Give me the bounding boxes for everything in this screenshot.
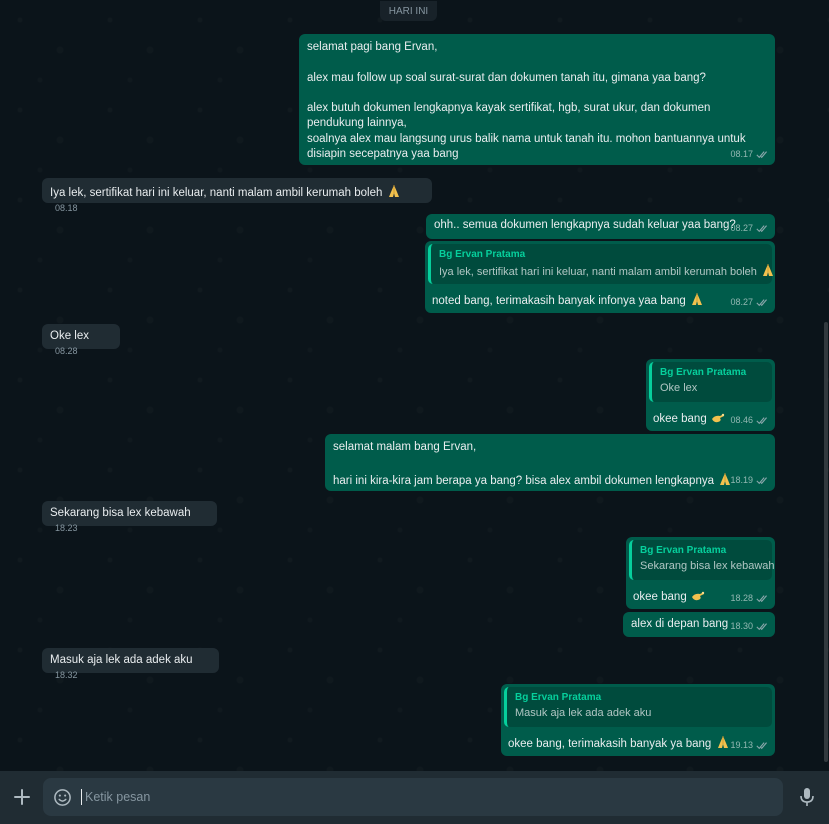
text-caret <box>81 789 82 805</box>
message-outgoing[interactable]: Bg Ervan Pratama Masuk aja lek ada adek … <box>501 684 775 756</box>
message-text: selamat malam bang Ervan, hari ini kira-… <box>333 441 714 487</box>
folded-hands-emoji <box>760 262 776 278</box>
message-text: okee bang, terimakasih banyak ya bang <box>508 738 712 750</box>
quote-text: Oke lex <box>660 382 698 394</box>
message-outgoing[interactable]: selamat pagi bang Ervan, alex mau follow… <box>299 34 775 165</box>
double-check-icon <box>756 298 769 307</box>
message-time: 19.13 <box>730 739 753 750</box>
message-outgoing[interactable]: Bg Ervan Pratama Oke lex okee bang 08.46 <box>646 359 775 431</box>
message-incoming[interactable]: Masuk aja lek ada adek aku 18.32 <box>42 648 219 680</box>
message-time: 18.30 <box>730 620 753 631</box>
quote-text: Masuk aja lek ada adek aku <box>515 707 652 719</box>
folded-hands-emoji <box>715 734 731 750</box>
date-divider: HARI INI <box>380 1 437 21</box>
message-outgoing[interactable]: Bg Ervan Pratama Sekarang bisa lex kebaw… <box>626 537 775 609</box>
message-body: okee bang <box>633 587 706 605</box>
quote-author: Bg Ervan Pratama <box>640 545 727 556</box>
message-text: noted bang, terimakasih banyak infonya y… <box>432 295 686 307</box>
message-body: okee bang <box>653 409 726 427</box>
pinching-hand-emoji <box>710 409 726 425</box>
quote-text: Sekarang bisa lex kebawah <box>640 560 775 572</box>
message-incoming[interactable]: Iya lek, sertifikat hari ini keluar, nan… <box>42 178 432 213</box>
message-meta: 19.13 <box>730 738 769 753</box>
message-time: 18.32 <box>55 670 78 681</box>
microphone-icon[interactable] <box>796 785 818 809</box>
message-outgoing[interactable]: alex di depan bang 18.30 <box>623 612 775 637</box>
double-check-icon <box>756 594 769 603</box>
double-check-icon <box>756 224 769 233</box>
message-time: 08.18 <box>55 203 78 214</box>
double-check-icon <box>756 416 769 425</box>
double-check-icon <box>756 476 769 485</box>
message-time: 18.23 <box>55 523 78 534</box>
message-meta: 18.19 <box>730 473 769 488</box>
message-meta: 08.46 <box>730 413 769 428</box>
message-meta: 18.28 <box>730 591 769 606</box>
message-meta: 08.17 <box>730 147 769 162</box>
plus-icon[interactable] <box>10 785 34 809</box>
chat-scrollbar[interactable] <box>824 322 828 762</box>
message-time: 08.17 <box>730 148 753 159</box>
quoted-message[interactable]: Bg Ervan Pratama Oke lex <box>649 362 772 402</box>
message-outgoing[interactable]: selamat malam bang Ervan, hari ini kira-… <box>325 434 775 491</box>
pinching-hand-emoji <box>690 587 706 603</box>
message-time: 08.28 <box>55 346 78 357</box>
quoted-message[interactable]: Bg Ervan Pratama Masuk aja lek ada adek … <box>504 687 772 727</box>
message-text: okee bang <box>653 413 707 425</box>
quoted-message[interactable]: Bg Ervan Pratama Sekarang bisa lex kebaw… <box>629 540 775 580</box>
message-text: selamat pagi bang Ervan, alex mau follow… <box>307 41 746 161</box>
message-time: 08.27 <box>730 222 753 233</box>
quote-author: Bg Ervan Pratama <box>660 367 747 378</box>
quote-author: Bg Ervan Pratama <box>439 249 526 260</box>
quote-author: Bg Ervan Pratama <box>515 692 602 703</box>
message-meta: 08.27 <box>730 295 769 310</box>
composer-bar <box>0 771 829 824</box>
message-time: 08.27 <box>730 296 753 307</box>
message-text: ohh.. semua dokumen lengkapnya sudah kel… <box>434 219 736 231</box>
chat-panel: HARI INI selamat pagi bang Ervan, alex m… <box>0 0 829 771</box>
smiley-icon[interactable] <box>53 788 72 807</box>
message-text: Iya lek, sertifikat hari ini keluar, nan… <box>50 187 383 199</box>
message-body: noted bang, terimakasih banyak infonya y… <box>432 291 705 309</box>
message-outgoing[interactable]: Bg Ervan Pratama Iya lek, sertifikat har… <box>425 241 775 313</box>
message-text: okee bang <box>633 591 687 603</box>
quoted-message[interactable]: Bg Ervan Pratama Iya lek, sertifikat har… <box>428 244 773 284</box>
folded-hands-emoji <box>386 183 402 199</box>
message-meta: 08.27 <box>730 221 769 236</box>
message-body: okee bang, terimakasih banyak ya bang <box>508 734 731 752</box>
double-check-icon <box>756 622 769 631</box>
message-time: 18.28 <box>730 592 753 603</box>
double-check-icon <box>756 150 769 159</box>
message-incoming[interactable]: Sekarang bisa lex kebawah 18.23 <box>42 501 217 533</box>
double-check-icon <box>756 741 769 750</box>
message-time: 08.46 <box>730 414 753 425</box>
message-text: Masuk aja lek ada adek aku <box>50 654 193 666</box>
folded-hands-emoji <box>689 291 705 307</box>
message-incoming[interactable]: Oke lex 08.28 <box>42 324 120 356</box>
message-outgoing[interactable]: ohh.. semua dokumen lengkapnya sudah kel… <box>426 214 775 239</box>
message-meta: 18.30 <box>730 619 769 634</box>
message-text: Sekarang bisa lex kebawah <box>50 507 191 519</box>
quote-text: Iya lek, sertifikat hari ini keluar, nan… <box>439 266 757 278</box>
message-time: 18.19 <box>730 474 753 485</box>
message-input[interactable] <box>85 787 765 807</box>
message-input-container <box>43 778 783 816</box>
message-text: Oke lex <box>50 330 89 342</box>
